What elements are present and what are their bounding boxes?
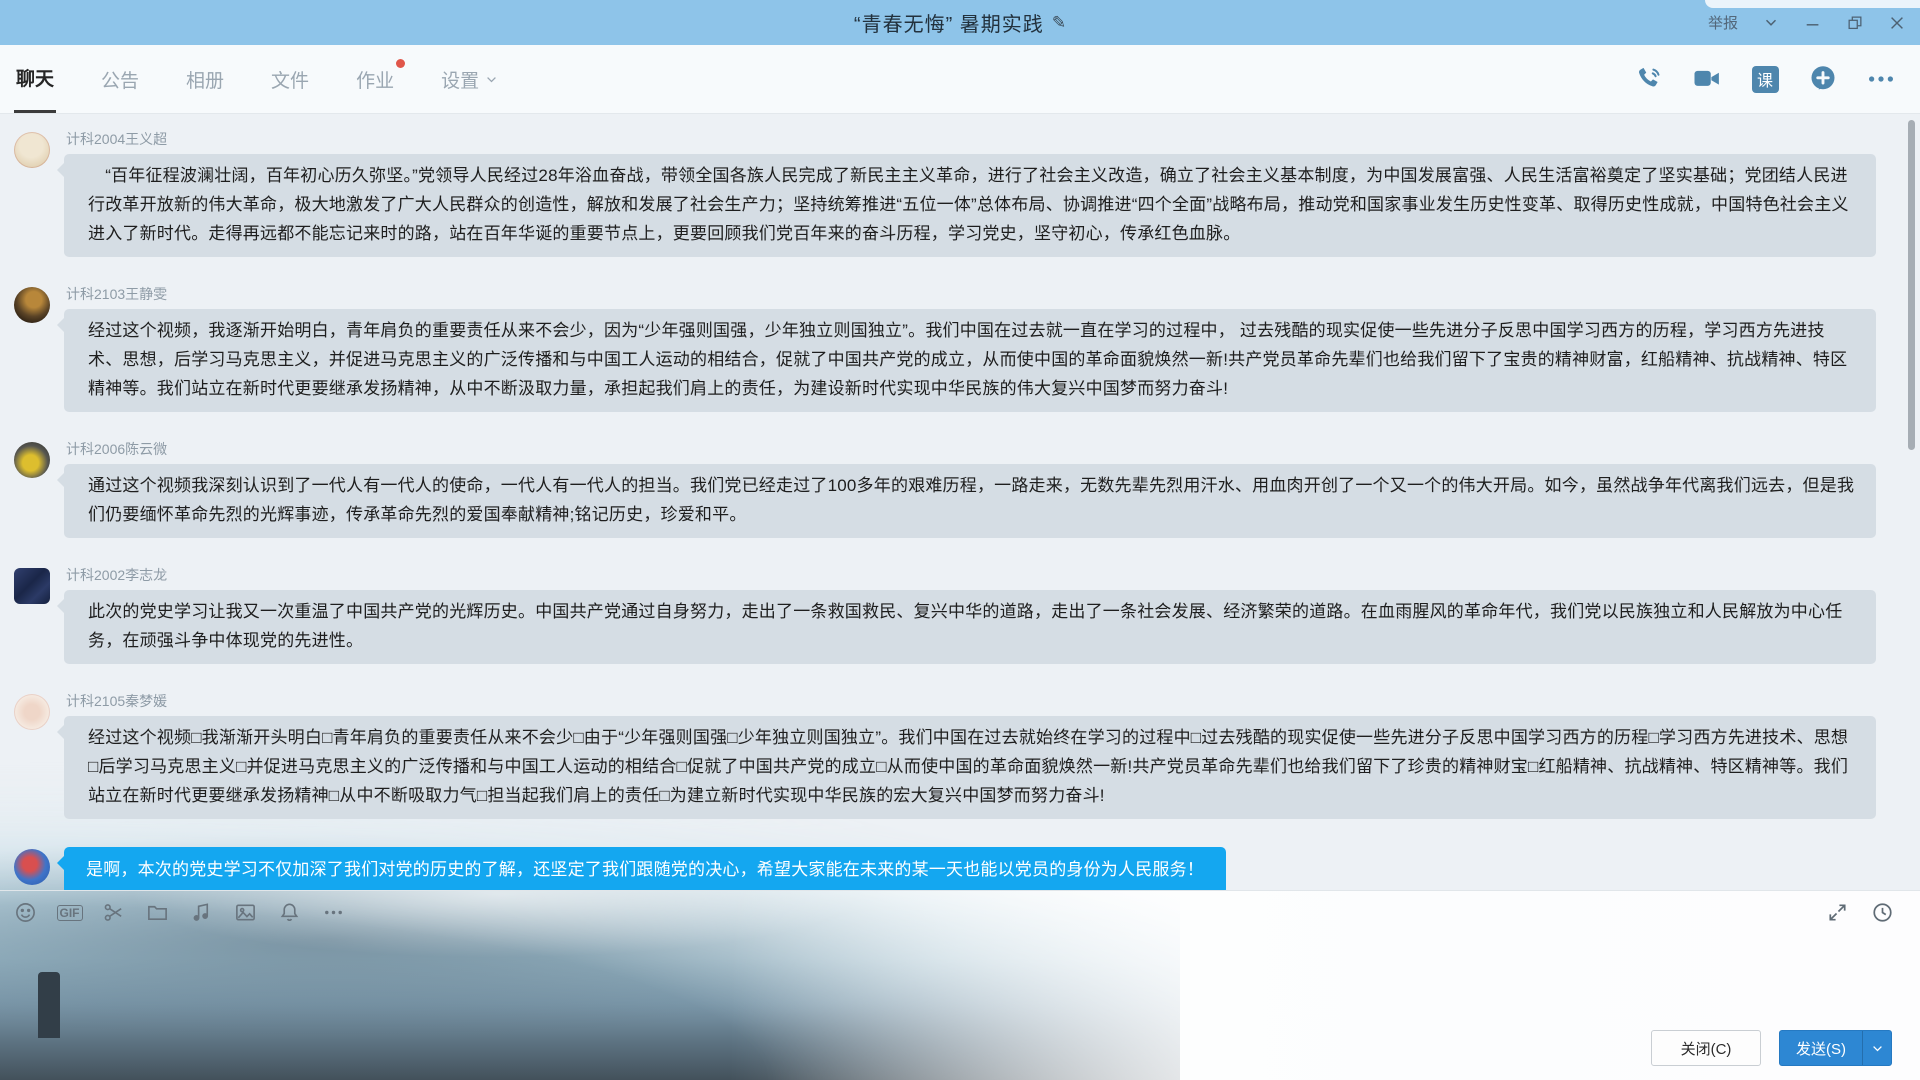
music-icon[interactable] [190, 901, 213, 924]
edit-title-icon[interactable]: ✎ [1052, 13, 1066, 33]
more-tools-icon[interactable] [322, 901, 345, 924]
tab-announcements[interactable]: 公告 [99, 45, 141, 113]
send-button[interactable]: 发送(S) [1779, 1030, 1892, 1066]
minimize-button[interactable] [1804, 14, 1822, 32]
input-panel: GIF [0, 890, 1920, 1080]
voice-call-icon[interactable] [1634, 64, 1664, 94]
chat-message-self: 是啊，本次的党史学习不仅加深了我们对党的历史的了解，还坚定了我们跟随党的决心，希… [14, 847, 1876, 890]
sender-name: 计科2004王义超 [66, 130, 1876, 148]
chat-message: 计科2006陈云微 通过这个视频我深刻认识到了一代人有一代人的使命，一代人有一代… [14, 440, 1876, 538]
avatar[interactable] [14, 132, 50, 168]
screenshot-scissors-icon[interactable] [102, 901, 125, 924]
chat-message: 计科2105秦梦媛 经过这个视频□我渐渐开头明白□青年肩负的重要责任从来不会少□… [14, 692, 1876, 819]
file-folder-icon[interactable] [146, 901, 169, 924]
message-input[interactable] [0, 939, 1920, 1024]
close-chat-button[interactable]: 关闭(C) [1651, 1030, 1761, 1066]
tab-homework[interactable]: 作业 [354, 45, 396, 113]
tab-album[interactable]: 相册 [184, 45, 226, 113]
message-bubble[interactable]: 经过这个视频，我逐渐开始明白，青年肩负的重要责任从来不会少，因为“少年强则国强，… [64, 309, 1876, 412]
sender-name: 计科2006陈云微 [66, 440, 1876, 458]
bell-icon[interactable] [278, 901, 301, 924]
avatar[interactable] [14, 287, 50, 323]
sender-name: 计科2105秦梦媛 [66, 692, 1876, 710]
group-chat-window: “青春无悔” 暑期实践 ✎ 举报 聊天 公告 相册 文件 作业 [0, 0, 1920, 1080]
homework-badge-dot [396, 59, 405, 68]
image-icon[interactable] [234, 901, 257, 924]
tab-chat[interactable]: 聊天 [14, 45, 56, 113]
report-dropdown-icon[interactable] [1762, 14, 1780, 32]
avatar[interactable] [14, 442, 50, 478]
emoji-icon[interactable] [14, 901, 37, 924]
class-icon[interactable]: 课 [1750, 64, 1780, 94]
send-options-icon[interactable] [1862, 1031, 1891, 1065]
tabbar: 聊天 公告 相册 文件 作业 设置 [0, 45, 1920, 114]
avatar[interactable] [14, 849, 50, 885]
add-member-icon[interactable] [1808, 64, 1838, 94]
close-button[interactable] [1888, 14, 1906, 32]
tab-settings[interactable]: 设置 [439, 45, 500, 113]
message-bubble[interactable]: 此次的党史学习让我又一次重温了中国共产党的光辉历史。中国共产党通过自身努力，走出… [64, 590, 1876, 664]
avatar[interactable] [14, 568, 50, 604]
message-bubble[interactable]: 经过这个视频□我渐渐开头明白□青年肩负的重要责任从来不会少□由于“少年强则国强□… [64, 716, 1876, 819]
titlebar: “青春无悔” 暑期实践 ✎ 举报 [0, 0, 1920, 45]
chat-message: 计科2004王义超 “百年征程波澜壮阔，百年初心历久弥坚。”党领导人民经过28年… [14, 130, 1876, 257]
video-call-icon[interactable] [1692, 64, 1722, 94]
sender-name: 计科2002李志龙 [66, 566, 1876, 584]
avatar[interactable] [14, 694, 50, 730]
chevron-down-icon [485, 73, 498, 86]
message-list: 计科2004王义超 “百年征程波澜壮阔，百年初心历久弥坚。”党领导人民经过28年… [0, 114, 1920, 890]
message-bubble[interactable]: “百年征程波澜壮阔，百年初心历久弥坚。”党领导人民经过28年浴血奋战，带领全国各… [64, 154, 1876, 257]
message-bubble[interactable]: 通过这个视频我深刻认识到了一代人有一代人的使命，一代人有一代人的担当。我们党已经… [64, 464, 1876, 538]
scrollbar-thumb[interactable] [1908, 120, 1915, 450]
chat-message: 计科2103王静雯 经过这个视频，我逐渐开始明白，青年肩负的重要责任从来不会少，… [14, 285, 1876, 412]
message-bubble[interactable]: 是啊，本次的党史学习不仅加深了我们对党的历史的了解，还坚定了我们跟随党的决心，希… [64, 847, 1226, 890]
chat-message: 计科2002李志龙 此次的党史学习让我又一次重温了中国共产党的光辉历史。中国共产… [14, 566, 1876, 664]
gif-icon[interactable]: GIF [58, 901, 81, 924]
message-history-icon[interactable] [1871, 901, 1894, 924]
notification-sliver [1705, 0, 1920, 8]
tab-files[interactable]: 文件 [269, 45, 311, 113]
group-title: “青春无悔” 暑期实践 [854, 8, 1044, 37]
restore-button[interactable] [1846, 14, 1864, 32]
sender-name: 计科2103王静雯 [66, 285, 1876, 303]
expand-input-icon[interactable] [1826, 901, 1849, 924]
more-actions-icon[interactable] [1866, 64, 1896, 94]
report-button[interactable]: 举报 [1708, 12, 1738, 33]
